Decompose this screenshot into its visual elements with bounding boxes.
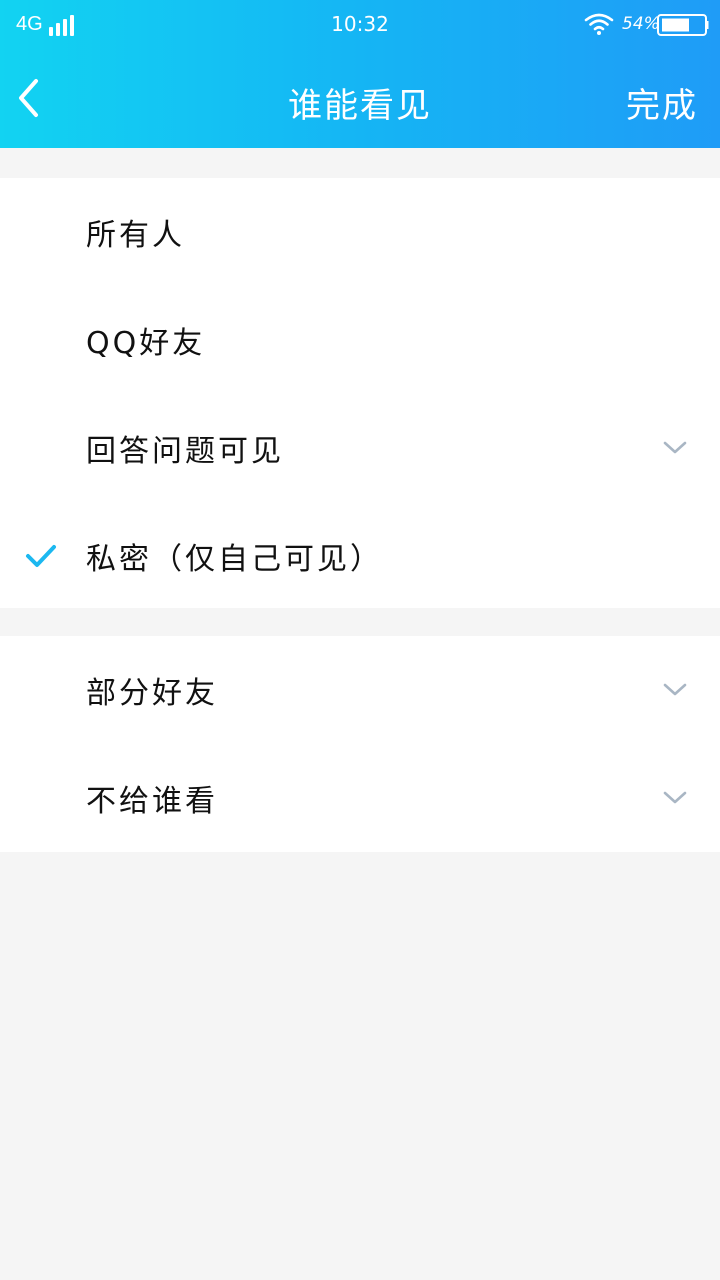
nav-bar: 谁能看见 完成 [0,50,720,148]
option-qq-friends[interactable]: QQ好友 [0,286,720,394]
chevron-down-icon [663,441,687,454]
page-title: 谁能看见 [288,86,432,126]
option-label: QQ好友 [86,326,206,361]
visibility-options-group: 所有人 QQ好友 回答问题可见 私密（仅自己可见） [0,178,720,608]
status-bar: 4G 10:32 54% [0,0,720,50]
option-label: 私密（仅自己可见） [86,542,383,577]
done-button[interactable]: 完成 [626,78,698,127]
battery-icon [657,14,709,36]
friend-filter-group: 部分好友 不给谁看 [0,636,720,852]
option-label: 不给谁看 [86,784,218,819]
chevron-down-icon [663,683,687,696]
option-label: 所有人 [86,218,185,253]
chevron-down-icon [663,791,687,804]
battery-percent: 54% [622,14,660,34]
option-private[interactable]: 私密（仅自己可见） [0,502,720,610]
check-icon [26,545,56,567]
option-some-friends[interactable]: 部分好友 [0,636,720,744]
option-exclude-friends[interactable]: 不给谁看 [0,744,720,852]
option-label: 回答问题可见 [86,434,284,469]
wifi-icon [584,13,614,35]
option-label: 部分好友 [86,676,218,711]
option-answer-question[interactable]: 回答问题可见 [0,394,720,502]
header: 4G 10:32 54% 谁能看见 完成 [0,0,720,148]
option-everyone[interactable]: 所有人 [0,178,720,286]
